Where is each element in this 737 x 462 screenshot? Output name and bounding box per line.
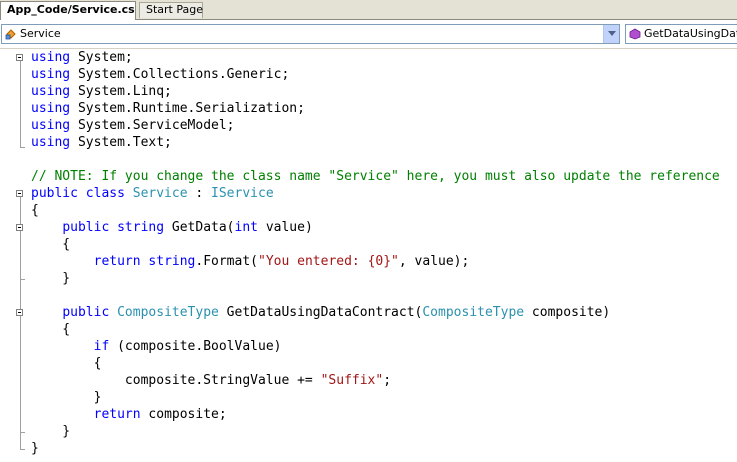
outline-line bbox=[20, 61, 21, 147]
navigation-bar: Service GetDataUsingDataC bbox=[0, 20, 737, 49]
code-line-return-format: return string.Format("You entered: {0}",… bbox=[93, 254, 470, 269]
code-line-brace: { bbox=[31, 237, 71, 252]
code-line-if: if (composite.BoolValue) bbox=[93, 339, 282, 354]
tab-service-cs[interactable]: App_Code/Service.cs bbox=[0, 1, 136, 20]
class-dropdown-button[interactable] bbox=[603, 25, 619, 43]
code-line-brace: } bbox=[31, 424, 71, 439]
chevron-down-icon bbox=[608, 31, 616, 36]
class-icon bbox=[5, 28, 17, 40]
code-line-stringvalue: composite.StringValue += "Suffix"; bbox=[31, 373, 392, 388]
document-tab-strip: App_Code/Service.cs Start Page bbox=[0, 0, 737, 20]
collapse-getdatausingdatacontract-icon[interactable] bbox=[16, 309, 23, 316]
code-line-5: using System.ServiceModel; bbox=[31, 118, 235, 133]
code-line-2: using System.Collections.Generic; bbox=[31, 67, 290, 82]
outline-end bbox=[20, 279, 25, 280]
code-line-brace: } bbox=[31, 271, 71, 286]
code-line-6: using System.Text; bbox=[31, 135, 172, 150]
class-dropdown-value: Service bbox=[20, 27, 61, 40]
code-line-class-decl: public class Service : IService bbox=[31, 186, 274, 201]
code-line-comment: // NOTE: If you change the class name "S… bbox=[31, 169, 720, 184]
code-line-3: using System.Linq; bbox=[31, 84, 172, 99]
outline-end bbox=[20, 449, 25, 450]
outline-line bbox=[20, 197, 21, 449]
outline-end bbox=[20, 147, 25, 148]
member-dropdown-value: GetDataUsingDataC bbox=[644, 27, 737, 40]
tab-start-page[interactable]: Start Page bbox=[139, 2, 203, 18]
code-line-open-brace: { bbox=[31, 203, 39, 218]
code-line-close-brace: } bbox=[31, 441, 39, 456]
outline-end bbox=[20, 432, 25, 433]
code-line-getdatausingdatacontract-decl: public CompositeType GetDataUsingDataCon… bbox=[62, 305, 611, 320]
code-editor[interactable]: using System; using System.Collections.G… bbox=[0, 49, 737, 462]
class-dropdown[interactable]: Service bbox=[1, 24, 620, 44]
code-line-getdata-decl: public string GetData(int value) bbox=[62, 220, 313, 235]
method-icon bbox=[629, 28, 641, 40]
code-line-brace: } bbox=[31, 390, 102, 405]
code-line-brace: { bbox=[31, 356, 102, 371]
collapse-getdata-icon[interactable] bbox=[16, 224, 23, 231]
code-line-4: using System.Runtime.Serialization; bbox=[31, 101, 305, 116]
code-line-return-composite: return composite; bbox=[93, 407, 227, 422]
code-line-1: using System; bbox=[31, 50, 133, 65]
member-dropdown[interactable]: GetDataUsingDataC bbox=[625, 24, 737, 44]
collapse-using-block-icon[interactable] bbox=[16, 54, 23, 61]
code-line-brace: { bbox=[31, 322, 71, 337]
collapse-class-icon[interactable] bbox=[16, 190, 23, 197]
